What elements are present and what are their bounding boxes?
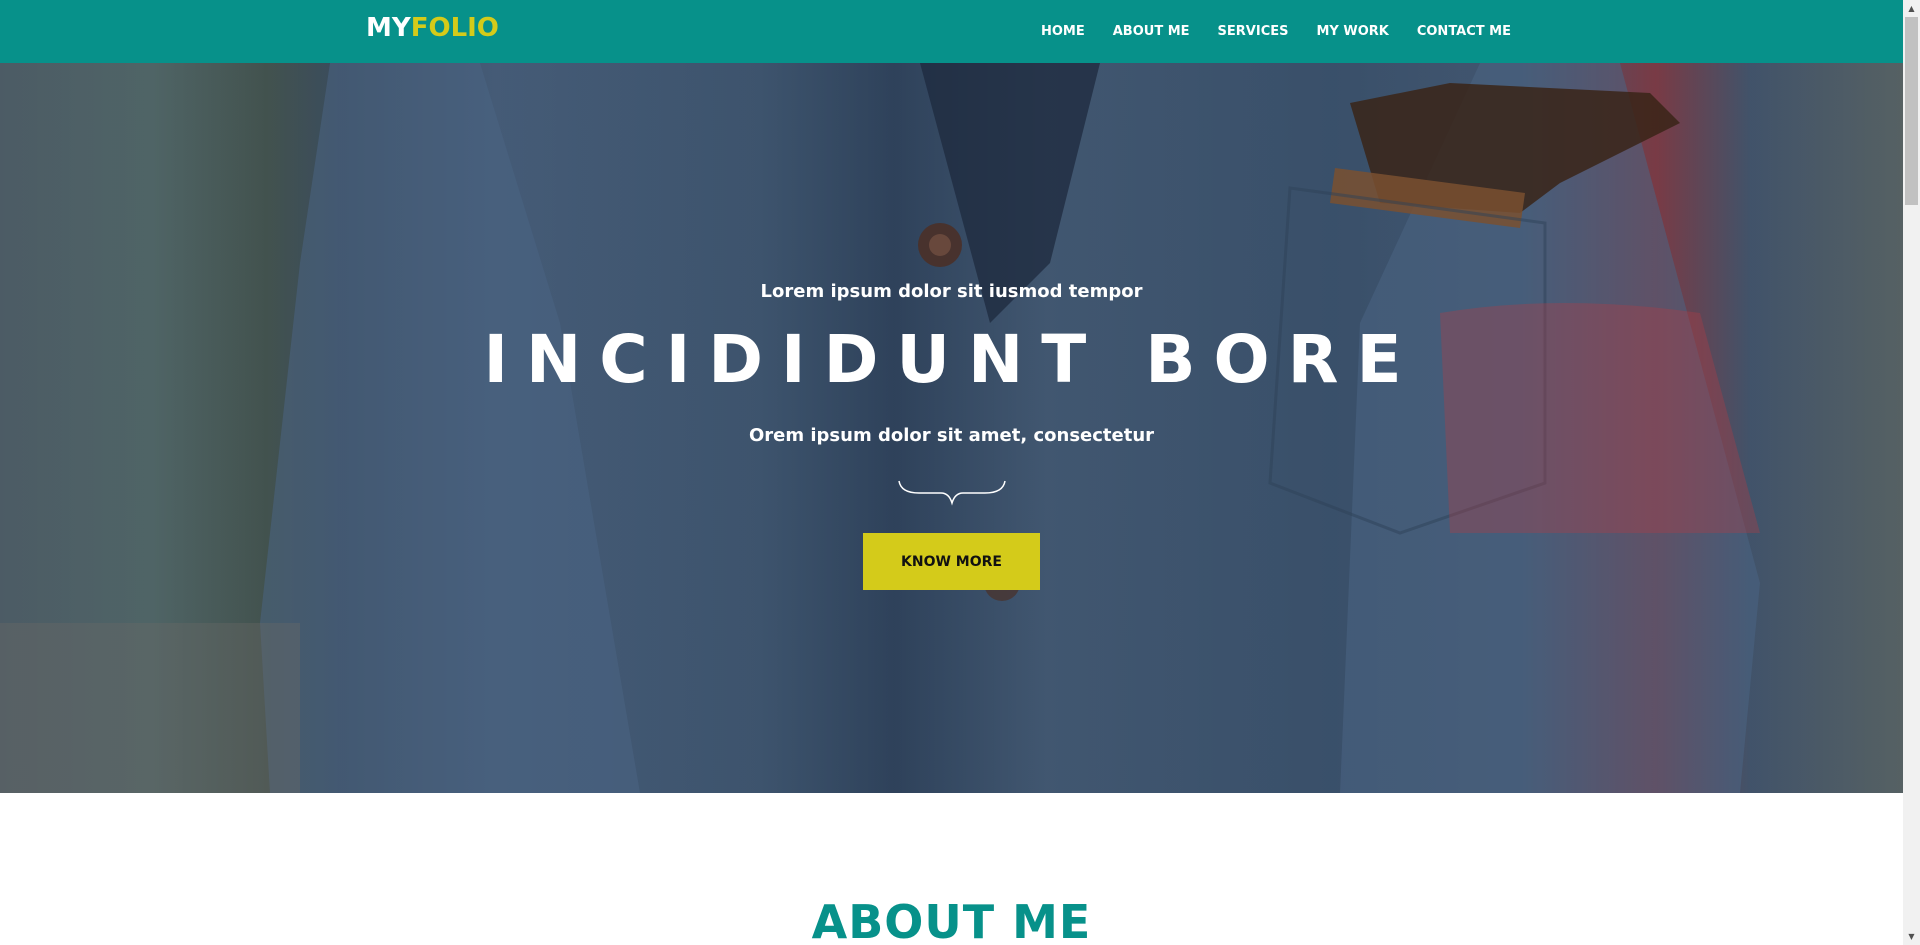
- nav-link-my-work[interactable]: MY WORK: [1316, 24, 1388, 39]
- nav-link-services[interactable]: SERVICES: [1218, 24, 1289, 39]
- hero-section: Lorem ipsum dolor sit iusmod tempor INCI…: [0, 63, 1903, 793]
- brand-logo[interactable]: MYFOLIO: [366, 13, 499, 43]
- nav-link-contact-me[interactable]: CONTACT ME: [1417, 24, 1511, 39]
- scroll-thumb[interactable]: [1905, 17, 1918, 205]
- vertical-scrollbar[interactable]: ▲ ▼: [1903, 0, 1920, 945]
- scroll-up-arrow-icon[interactable]: ▲: [1903, 0, 1920, 17]
- hero-kicker-text: Lorem ipsum dolor sit iusmod tempor: [760, 281, 1143, 302]
- page: MYFOLIO HOME ABOUT ME SERVICES MY WORK C…: [0, 0, 1903, 945]
- hero-title: INCIDIDUNT BORE: [483, 321, 1420, 398]
- nav-link-home[interactable]: HOME: [1041, 24, 1085, 39]
- brand-logo-part-folio: FOLIO: [410, 13, 499, 43]
- navbar: MYFOLIO HOME ABOUT ME SERVICES MY WORK C…: [0, 0, 1903, 63]
- brand-logo-part-my: MY: [366, 13, 411, 43]
- main-nav: HOME ABOUT ME SERVICES MY WORK CONTACT M…: [1041, 0, 1511, 63]
- hero-content: Lorem ipsum dolor sit iusmod tempor INCI…: [0, 63, 1903, 793]
- curly-brace-divider-icon: [898, 480, 1006, 506]
- hero-subtitle: Orem ipsum dolor sit amet, consectetur: [748, 425, 1155, 446]
- scroll-down-arrow-icon[interactable]: ▼: [1903, 928, 1920, 945]
- nav-link-about-me[interactable]: ABOUT ME: [1113, 24, 1190, 39]
- about-section-title: ABOUT ME: [811, 895, 1092, 945]
- know-more-button[interactable]: KNOW MORE: [863, 533, 1040, 590]
